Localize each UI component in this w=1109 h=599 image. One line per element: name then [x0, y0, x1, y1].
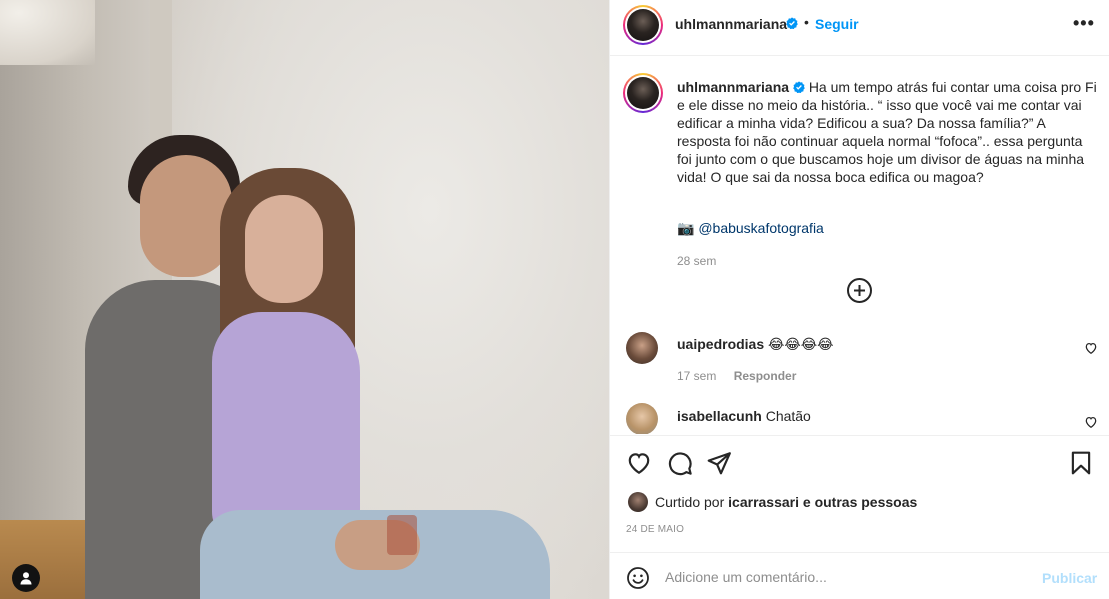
comment-meta: 17 sem Responder [677, 369, 796, 383]
likes-others-link[interactable]: e outras pessoas [803, 494, 917, 510]
caption-text-block: uhlmannmariana Ha um tempo atrás fui con… [677, 78, 1097, 186]
photo-woman-face [245, 195, 323, 303]
reply-button[interactable]: Responder [734, 369, 797, 383]
post-actions: Curtido por icarrassari e outras pessoas… [610, 435, 1109, 551]
comment-heart-icon[interactable] [1084, 341, 1098, 355]
post-side-panel: uhlmannmariana • Seguir ••• uhlmannmaria… [609, 0, 1109, 599]
comment-text: Chatão [765, 408, 811, 424]
likes-text: Curtido por icarrassari e outras pessoas [655, 494, 917, 510]
comment-input[interactable] [665, 565, 1025, 589]
follow-button[interactable]: Seguir [815, 16, 859, 32]
emoji-smile-icon[interactable] [626, 566, 650, 590]
comments-scroll-area[interactable]: uhlmannmariana Ha um tempo atrás fui con… [610, 57, 1109, 434]
comment-avatar[interactable] [626, 403, 658, 434]
comment-heart-icon[interactable] [1084, 415, 1098, 429]
paper-plane-icon[interactable] [706, 450, 732, 476]
likes-prefix: Curtido por [655, 494, 725, 510]
post-photo[interactable] [0, 0, 609, 599]
user-tag-button[interactable] [12, 564, 40, 592]
photo-lamp [0, 0, 95, 65]
photo-woman-body [212, 312, 360, 542]
comment-text-block: uaipedrodias 😂😂😂😂 [677, 336, 833, 353]
photo-credit: 📷 @babuskafotografia [677, 220, 824, 237]
comment-text-block: isabellacunh Chatão [677, 408, 811, 424]
comment-username[interactable]: isabellacunh [677, 408, 762, 424]
comment-composer: Publicar [610, 552, 1109, 599]
camera-icon: 📷 [677, 220, 695, 236]
publish-button[interactable]: Publicar [1042, 570, 1097, 586]
more-options-icon[interactable]: ••• [1073, 13, 1095, 34]
author-username[interactable]: uhlmannmariana [675, 16, 787, 32]
comment-username[interactable]: uaipedrodias [677, 336, 764, 352]
comment-bubble-icon[interactable] [667, 450, 693, 476]
photo-man-head [140, 155, 232, 277]
caption-timestamp[interactable]: 28 sem [677, 254, 716, 268]
verified-badge-icon [793, 81, 805, 93]
load-more-comments-button[interactable] [847, 278, 872, 303]
bookmark-icon[interactable] [1068, 450, 1094, 476]
plus-circle-icon [854, 285, 865, 296]
user-tag-icon [20, 572, 32, 585]
post-date[interactable]: 24 DE MAIO [626, 524, 684, 535]
action-icons-bar [626, 450, 1094, 476]
heart-icon[interactable] [626, 450, 652, 476]
header-separator: • [804, 14, 809, 30]
caption-author-avatar[interactable] [623, 73, 663, 113]
verified-badge-icon [786, 17, 798, 29]
liker-avatar[interactable] [628, 492, 648, 512]
caption-author-username[interactable]: uhlmannmariana [677, 79, 789, 95]
post-header: uhlmannmariana • Seguir ••• [610, 0, 1109, 56]
comment-time[interactable]: 17 sem [677, 369, 716, 383]
author-avatar[interactable] [623, 5, 663, 45]
credit-mention-link[interactable]: @babuskafotografia [698, 220, 824, 236]
comment-text: 😂😂😂😂 [768, 336, 834, 352]
comment-avatar[interactable] [626, 332, 658, 364]
likes-user-link[interactable]: icarrassari [728, 494, 799, 510]
photo-glass [387, 515, 417, 555]
